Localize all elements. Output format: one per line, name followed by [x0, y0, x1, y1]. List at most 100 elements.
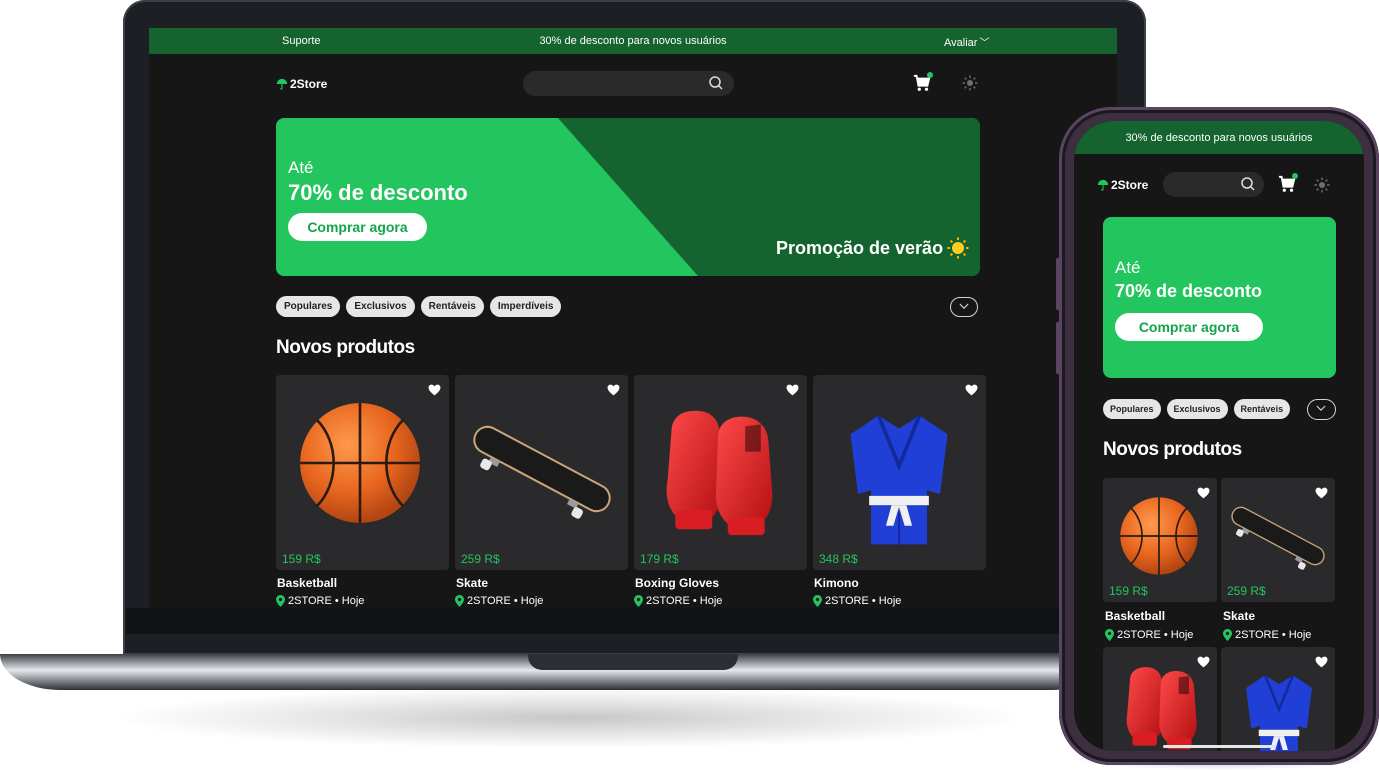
- banner-tagline: Promoção de verão: [776, 237, 969, 259]
- product-name[interactable]: Skate: [456, 576, 628, 590]
- product-image[interactable]: [1221, 647, 1335, 751]
- logo[interactable]: 2Store: [276, 77, 327, 91]
- location-pin-icon: [634, 595, 643, 607]
- product-seller: 2STORE • Hoje: [455, 595, 628, 607]
- cart-button[interactable]: [913, 72, 933, 92]
- product-price: 348 R$: [819, 552, 858, 566]
- product-name[interactable]: Skate: [1223, 609, 1335, 623]
- boxing-gloves-image: [1117, 661, 1207, 751]
- product-name[interactable]: Boxing Gloves: [635, 576, 807, 590]
- product-card[interactable]: 179 R$ Boxing Gloves 2STORE • Hoje: [634, 375, 807, 607]
- favorite-heart-icon[interactable]: [428, 384, 441, 396]
- search-icon[interactable]: [708, 75, 724, 91]
- product-price: 179 R$: [640, 552, 679, 566]
- product-seller: 2STORE • Hoje: [276, 595, 449, 607]
- favorite-heart-icon[interactable]: [786, 384, 799, 396]
- umbrella-icon: [1097, 179, 1109, 191]
- rate-label: Avaliar: [944, 37, 978, 49]
- basketball-image: [298, 401, 422, 525]
- product-image[interactable]: 179 R$: [634, 375, 807, 570]
- more-categories-button[interactable]: [1307, 399, 1336, 420]
- favorite-heart-icon[interactable]: [965, 384, 978, 396]
- product-card[interactable]: 259 R$ Skate 2STORE • Hoje: [455, 375, 628, 607]
- more-categories-button[interactable]: [950, 297, 978, 317]
- shop-now-button[interactable]: Comprar agora: [288, 213, 427, 241]
- location-pin-icon: [1223, 629, 1232, 641]
- product-image[interactable]: 259 R$: [1221, 478, 1335, 602]
- product-card[interactable]: 159 R$ Basketball 2STORE • Hoje: [1103, 478, 1217, 641]
- seller-text: 2STORE • Hoje: [1235, 629, 1312, 641]
- product-card[interactable]: [1221, 647, 1335, 751]
- phone-screen: 30% de desconto para novos usuários 2Sto…: [1074, 121, 1364, 751]
- seller-text: 2STORE • Hoje: [646, 595, 723, 607]
- section-title: Novos produtos: [1103, 439, 1242, 460]
- product-price: 259 R$: [1227, 584, 1266, 598]
- search-input[interactable]: [1163, 172, 1264, 197]
- cart-button[interactable]: [1278, 173, 1298, 193]
- theme-toggle-sun-icon[interactable]: [962, 75, 978, 91]
- theme-toggle-sun-icon[interactable]: [1314, 177, 1330, 193]
- chip-populares[interactable]: Populares: [1103, 399, 1161, 419]
- product-name[interactable]: Basketball: [1105, 609, 1217, 623]
- seller-text: 2STORE • Hoje: [1117, 629, 1194, 641]
- laptop-screen: Suporte 30% de desconto para novos usuár…: [149, 28, 1117, 608]
- seller-text: 2STORE • Hoje: [467, 595, 544, 607]
- cart-badge: [1292, 173, 1298, 179]
- logo-text: 2Store: [290, 77, 328, 91]
- category-chips: Populares Exclusivos Rentáveis: [1103, 399, 1291, 419]
- product-card[interactable]: 159 R$ Basketball 2STORE • Hoje: [276, 375, 449, 607]
- chip-imperdiveis[interactable]: Imperdíveis: [489, 296, 562, 317]
- laptop-shadow: [120, 688, 1020, 748]
- favorite-heart-icon[interactable]: [607, 384, 620, 396]
- product-image[interactable]: [1103, 647, 1217, 751]
- rate-dropdown[interactable]: Avaliar ﹀: [944, 34, 989, 49]
- product-name[interactable]: Kimono: [814, 576, 986, 590]
- location-pin-icon: [455, 595, 464, 607]
- product-seller: 2STORE • Hoje: [1105, 629, 1217, 641]
- banner-line-1: Até: [288, 158, 314, 177]
- search-icon[interactable]: [1240, 176, 1256, 192]
- product-name[interactable]: Basketball: [277, 576, 449, 590]
- logo[interactable]: 2Store: [1097, 178, 1148, 192]
- product-image[interactable]: 348 R$: [813, 375, 986, 570]
- kimono-image: [843, 407, 955, 553]
- chip-rentaveis[interactable]: Rentáveis: [420, 296, 484, 317]
- umbrella-icon: [276, 78, 288, 90]
- promo-banner: Até 70% de desconto Comprar agora: [1103, 217, 1336, 378]
- banner-discount: 70% de desconto: [288, 180, 468, 205]
- section-title: Novos produtos: [276, 337, 415, 358]
- product-card[interactable]: 259 R$ Skate 2STORE • Hoje: [1221, 478, 1335, 641]
- product-seller: 2STORE • Hoje: [1223, 629, 1335, 641]
- product-seller: 2STORE • Hoje: [634, 595, 807, 607]
- favorite-heart-icon[interactable]: [1315, 656, 1328, 668]
- promo-banner: Até 70% de desconto Comprar agora Promoç…: [276, 118, 980, 276]
- product-card[interactable]: [1103, 647, 1217, 751]
- product-price: 159 R$: [1109, 584, 1148, 598]
- chevron-down-icon: [959, 303, 969, 310]
- promo-text: 30% de desconto para novos usuários: [1074, 121, 1364, 154]
- product-price: 259 R$: [461, 552, 500, 566]
- chip-exclusivos[interactable]: Exclusivos: [1166, 399, 1228, 419]
- product-grid: 159 R$ Basketball 2STORE • Hoje 259 R$ S…: [276, 375, 986, 607]
- product-image[interactable]: 259 R$: [455, 375, 628, 570]
- laptop-notch: [528, 654, 738, 670]
- shop-now-button[interactable]: Comprar agora: [1115, 313, 1263, 341]
- chip-populares[interactable]: Populares: [276, 296, 341, 317]
- logo-text: 2Store: [1111, 178, 1149, 192]
- home-indicator[interactable]: [1163, 745, 1276, 748]
- favorite-heart-icon[interactable]: [1315, 487, 1328, 499]
- favorite-heart-icon[interactable]: [1197, 656, 1210, 668]
- skateboard-image: [1223, 498, 1333, 574]
- basketball-image: [1119, 496, 1199, 576]
- favorite-heart-icon[interactable]: [1197, 487, 1210, 499]
- chip-exclusivos[interactable]: Exclusivos: [346, 296, 415, 317]
- product-grid: 159 R$ Basketball 2STORE • Hoje 259 R$ S…: [1103, 478, 1335, 751]
- product-seller: 2STORE • Hoje: [813, 595, 986, 607]
- banner-discount: 70% de desconto: [1115, 281, 1263, 301]
- product-image[interactable]: 159 R$: [276, 375, 449, 570]
- boxing-gloves-image: [652, 401, 788, 541]
- product-card[interactable]: 348 R$ Kimono 2STORE • Hoje: [813, 375, 986, 607]
- search-input[interactable]: [523, 71, 734, 96]
- chip-rentaveis[interactable]: Rentáveis: [1233, 399, 1291, 419]
- product-image[interactable]: 159 R$: [1103, 478, 1217, 602]
